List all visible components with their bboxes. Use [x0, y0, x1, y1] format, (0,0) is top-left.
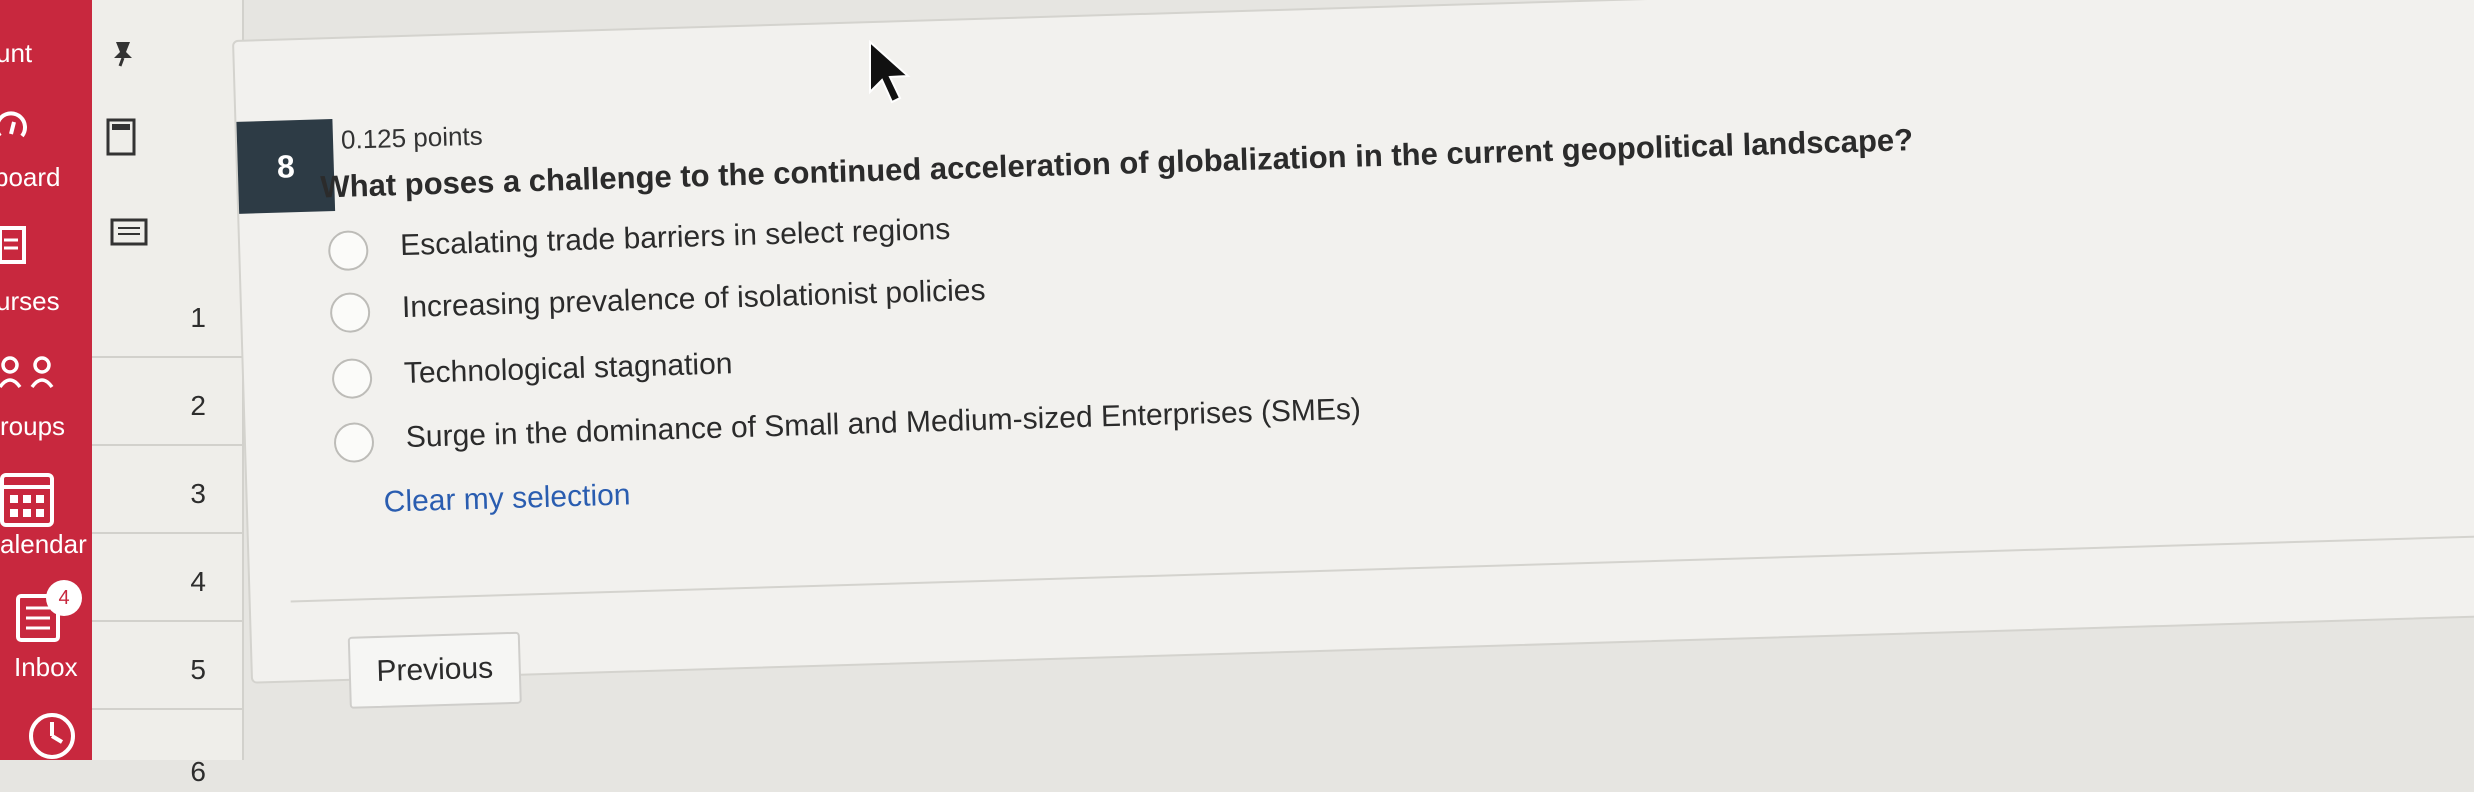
nav-inbox[interactable]: 4 Inbox	[0, 580, 92, 690]
question-link-6[interactable]: 6	[92, 706, 242, 792]
previous-button[interactable]: Previous	[347, 631, 522, 709]
inbox-badge: 4	[46, 580, 82, 616]
question-link-label: 5	[190, 654, 206, 685]
nav-account[interactable]: unt	[0, 0, 92, 100]
nav-calendar[interactable]: alendar	[0, 465, 92, 575]
answer-label[interactable]: Technological stagnation	[403, 347, 732, 391]
notes-icon[interactable]	[110, 218, 150, 248]
answer-radio[interactable]	[327, 230, 369, 272]
answer-option-1[interactable]: Escalating trade barriers in select regi…	[327, 213, 951, 275]
clear-selection-link[interactable]: Clear my selection	[383, 478, 631, 519]
question-link-label: 6	[190, 756, 206, 787]
answer-radio[interactable]	[331, 358, 373, 400]
answer-label[interactable]: Surge in the dominance of Small and Medi…	[405, 393, 1361, 455]
nav-courses[interactable]: urses	[0, 220, 92, 330]
question-navigation-strip: 1 2 3 4 5 6	[92, 0, 244, 787]
pin-icon[interactable]	[108, 38, 138, 68]
groups-icon	[0, 356, 54, 389]
question-text: What poses a challenge to the continued …	[319, 122, 1914, 205]
nav-account-label: unt	[0, 38, 33, 68]
nav-dashboard[interactable]: board	[0, 100, 92, 210]
question-link-2[interactable]: 2	[92, 358, 242, 446]
question-link-label: 1	[190, 302, 206, 333]
question-link-label: 4	[190, 566, 206, 597]
answer-option-2[interactable]: Increasing prevalence of isolationist po…	[329, 274, 986, 337]
history-clock-icon	[29, 713, 75, 759]
global-nav: unt board urses roups alendar 4 Inbox	[0, 0, 92, 760]
nav-dashboard-label: board	[0, 162, 61, 192]
answer-radio[interactable]	[329, 292, 371, 334]
answer-label[interactable]: Escalating trade barriers in select regi…	[400, 213, 951, 263]
question-link-3[interactable]: 3	[92, 446, 242, 534]
answer-option-4[interactable]: Surge in the dominance of Small and Medi…	[333, 393, 1361, 467]
courses-icon	[0, 226, 26, 264]
answer-radio[interactable]	[333, 421, 375, 464]
question-link-5[interactable]: 5	[92, 622, 242, 710]
answer-label[interactable]: Increasing prevalence of isolationist po…	[402, 274, 986, 325]
nav-groups[interactable]: roups	[0, 345, 92, 455]
question-link-1[interactable]: 1	[92, 270, 242, 358]
nav-inbox-label: Inbox	[14, 652, 78, 682]
flag-icon[interactable]	[106, 118, 138, 158]
answer-option-3[interactable]: Technological stagnation	[331, 347, 733, 403]
mouse-cursor-icon	[869, 40, 911, 104]
card-divider	[290, 533, 2474, 603]
nav-calendar-label: alendar	[0, 529, 87, 559]
question-card: 8 0.125 points What poses a challenge to…	[232, 0, 2474, 709]
question-link-label: 3	[190, 478, 206, 509]
calendar-icon	[0, 473, 54, 527]
nav-history[interactable]	[0, 700, 92, 760]
nav-courses-label: urses	[0, 286, 60, 316]
question-points: 0.125 points	[340, 120, 484, 155]
question-link-4[interactable]: 4	[92, 534, 242, 622]
dashboard-icon	[0, 111, 27, 138]
nav-groups-label: roups	[0, 411, 66, 441]
question-link-label: 2	[190, 390, 206, 421]
